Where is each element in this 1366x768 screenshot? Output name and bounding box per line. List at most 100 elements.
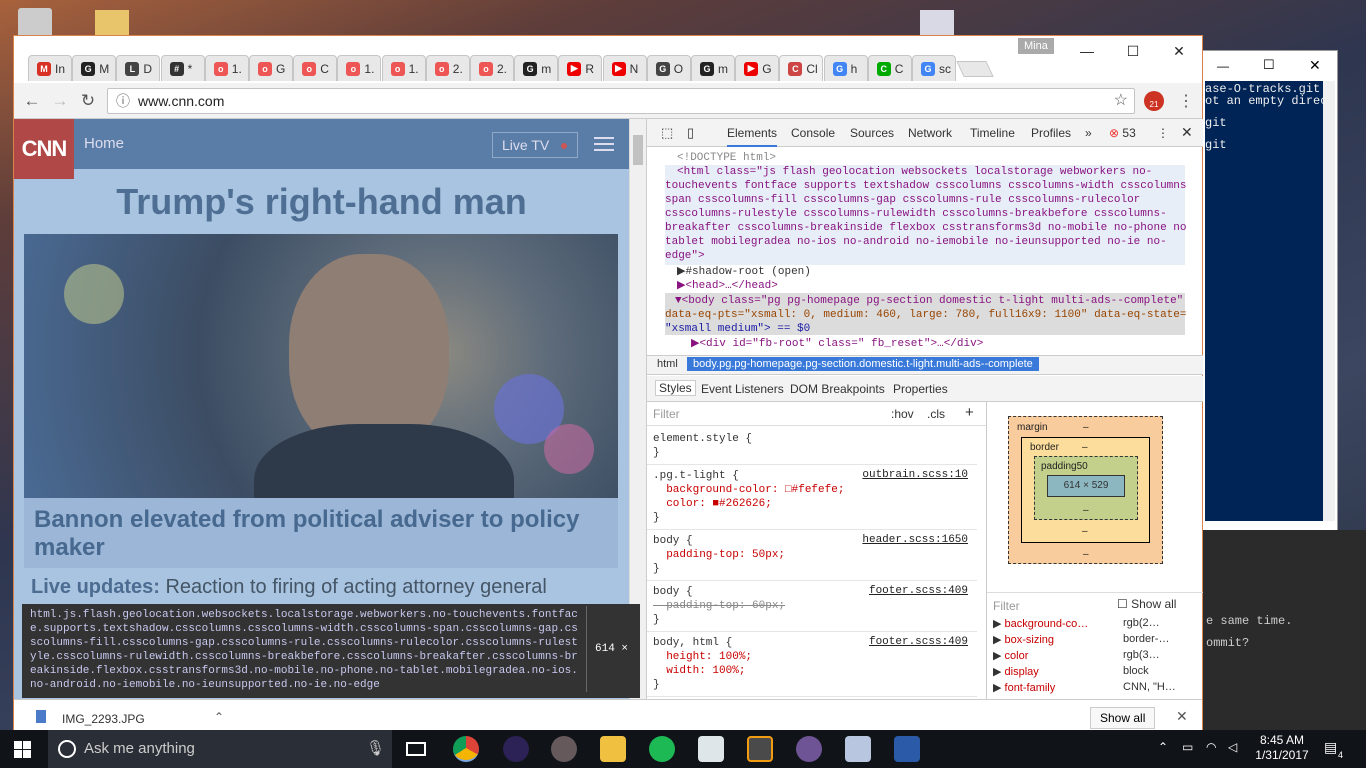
tab-network[interactable]: Network [908, 126, 952, 140]
sublime-taskbar-icon[interactable] [747, 736, 773, 762]
tab-styles[interactable]: Styles [655, 380, 696, 396]
devtools-panel[interactable]: ⬚ ▯ Elements Console Sources Network Tim… [646, 119, 1203, 699]
box-border[interactable]: border – padding50 614 × 529 – – [1021, 437, 1150, 543]
new-tab-button[interactable] [956, 61, 994, 77]
browser-tab[interactable]: Gm [514, 55, 559, 81]
github-desktop-taskbar-icon[interactable] [796, 736, 822, 762]
css-declaration[interactable]: padding-top: 60px; [653, 599, 785, 613]
browser-tab[interactable]: LD [116, 55, 161, 81]
address-bar[interactable]: ⓘ www.cnn.com ☆ [107, 88, 1135, 114]
eclipse-taskbar-icon[interactable] [503, 736, 529, 762]
windows-start-icon[interactable] [14, 741, 31, 758]
extension-icon[interactable]: 21 [1144, 91, 1164, 111]
tray-chevron-icon[interactable]: ⌃ [1158, 740, 1168, 754]
profile-button[interactable]: Mina [1018, 38, 1054, 54]
browser-tab[interactable]: M In [28, 55, 72, 81]
subheadline[interactable]: Bannon elevated from political adviser t… [24, 498, 618, 568]
styles-filter-input[interactable]: Filter :hov .cls + [647, 402, 986, 426]
close-download-bar-icon[interactable]: ✕ [1176, 708, 1188, 725]
tab-profiles[interactable]: Profiles [1031, 126, 1071, 140]
browser-tab[interactable]: o 1. [381, 55, 426, 81]
box-margin[interactable]: margin – border – padding50 614 × 529 – … [1008, 416, 1163, 564]
tab-properties[interactable]: Properties [893, 382, 948, 396]
info-icon[interactable]: ⓘ [116, 89, 130, 113]
computed-filter-placeholder[interactable]: Filter [993, 599, 1020, 613]
inspect-icon[interactable]: ⬚ [661, 125, 673, 141]
css-rule-source-link[interactable]: outbrain.scss:10 [862, 469, 968, 481]
show-all-checkbox[interactable]: ☐ Show all [1117, 597, 1176, 611]
close-icon[interactable]: ✕ [1309, 57, 1321, 74]
browser-tab[interactable]: Gm [691, 55, 735, 81]
hov-toggle[interactable]: :hov [891, 407, 914, 421]
browser-tab[interactable]: GO [646, 55, 691, 81]
close-button[interactable]: ✕ [1156, 38, 1202, 64]
forward-icon[interactable]: → [50, 91, 70, 111]
photos-taskbar-icon[interactable] [845, 736, 871, 762]
spotify-taskbar-icon[interactable] [649, 736, 675, 762]
hero-image[interactable] [24, 234, 618, 498]
more-tabs-icon[interactable]: » [1085, 126, 1092, 140]
css-rule-source-link[interactable]: footer.scss:409 [869, 585, 968, 597]
maximize-button[interactable]: ☐ [1110, 38, 1156, 64]
computed-property[interactable]: ▶ display block [993, 665, 1149, 678]
dom-body-line[interactable]: ▼<body class="pg pg-homepage pg-section … [675, 294, 1183, 308]
minimize-icon[interactable]: — [1217, 59, 1229, 73]
tab-elements[interactable]: Elements [727, 126, 778, 147]
live-tv-button[interactable]: Live TV [492, 132, 578, 158]
browser-tab[interactable]: GM [72, 55, 117, 81]
css-rule-selector[interactable]: .pg.t-light { [653, 469, 739, 483]
css-declaration[interactable]: width: 100%; [653, 664, 745, 678]
volume-icon[interactable]: ◁ [1228, 740, 1237, 754]
hamburger-menu-icon[interactable] [594, 137, 614, 151]
browser-tab[interactable]: o 2. [425, 55, 470, 81]
powershell-window[interactable]: — ☐ ✕ ase-O-tracks.git ot an empty direc g… [1200, 50, 1338, 532]
browser-tab[interactable]: ▶ N [602, 55, 647, 81]
styles-pane[interactable]: Filter :hov .cls + element.style {} .pg.t… [647, 402, 987, 699]
maximize-icon[interactable]: ☐ [1263, 57, 1275, 73]
notification-icon[interactable]: ▤ [1324, 739, 1337, 756]
box-content[interactable]: 614 × 529 [1047, 475, 1125, 497]
browser-tab[interactable]: # * [160, 55, 205, 81]
reload-icon[interactable]: ↻ [78, 91, 98, 111]
devtools-menu-icon[interactable]: ⋮ [1157, 126, 1169, 140]
browser-tab[interactable]: ▶ R [558, 55, 603, 81]
microphone-icon[interactable]: 🎙 [366, 730, 385, 768]
tab-timeline[interactable]: Timeline [970, 126, 1015, 140]
computed-property[interactable]: ▶ box-sizing border-… [993, 633, 1169, 646]
powershell-taskbar-icon[interactable] [894, 736, 920, 762]
device-toggle-icon[interactable]: ▯ [687, 125, 694, 141]
crumb-html[interactable]: html [657, 358, 678, 370]
dom-tree[interactable]: <!DOCTYPE html> <html class="js flash ge… [647, 148, 1187, 353]
css-rule-selector[interactable]: element.style { [653, 432, 752, 446]
browser-tab[interactable]: ▶ G [735, 55, 780, 81]
editor-window[interactable]: e same time. ommit? [1200, 530, 1366, 730]
menu-icon[interactable]: ⋮ [1178, 91, 1194, 111]
dom-head[interactable]: ▶<head>…</head> [677, 279, 778, 293]
cnn-logo[interactable]: CNN [14, 119, 74, 179]
error-count[interactable]: ⊗ 53 [1109, 126, 1136, 140]
dom-shadow-root[interactable]: ▶#shadow-root (open) [677, 265, 811, 279]
chrome-taskbar-icon[interactable] [453, 736, 479, 762]
browser-tab[interactable]: Gh [823, 55, 868, 81]
bookmark-star-icon[interactable]: ☆ [1114, 89, 1128, 113]
css-rule-selector[interactable]: body { [653, 534, 693, 548]
scrollbar[interactable] [1323, 81, 1335, 521]
file-explorer-taskbar-icon[interactable] [600, 736, 626, 762]
browser-tab[interactable]: oC [293, 55, 338, 81]
back-icon[interactable]: ← [22, 91, 42, 111]
css-rule-source-link[interactable]: footer.scss:409 [869, 636, 968, 648]
browser-tab[interactable]: o 1. [204, 55, 249, 81]
browser-tab[interactable]: o 2. [470, 55, 514, 81]
tab-event-listeners[interactable]: Event Listeners [701, 382, 784, 396]
cortana-search-box[interactable]: Ask me anything 🎙 [48, 730, 392, 768]
dom-doctype[interactable]: <!DOCTYPE html> [677, 151, 776, 165]
css-declaration[interactable]: background-color: □#fefefe; [653, 483, 844, 497]
computed-property[interactable]: ▶ background-co… rgb(2… [993, 617, 1160, 630]
wifi-icon[interactable]: ◠ [1206, 740, 1216, 754]
minimize-button[interactable]: — [1064, 38, 1110, 64]
dom-html-line[interactable]: <html class="js flash geolocation websoc… [677, 165, 1152, 179]
headline[interactable]: Trump's right-hand man [14, 181, 629, 223]
computed-property[interactable]: ▶ font-family CNN, "H… [993, 681, 1176, 694]
app-taskbar-icon[interactable] [698, 736, 724, 762]
css-rule-source-link[interactable]: header.scss:1650 [862, 534, 968, 546]
